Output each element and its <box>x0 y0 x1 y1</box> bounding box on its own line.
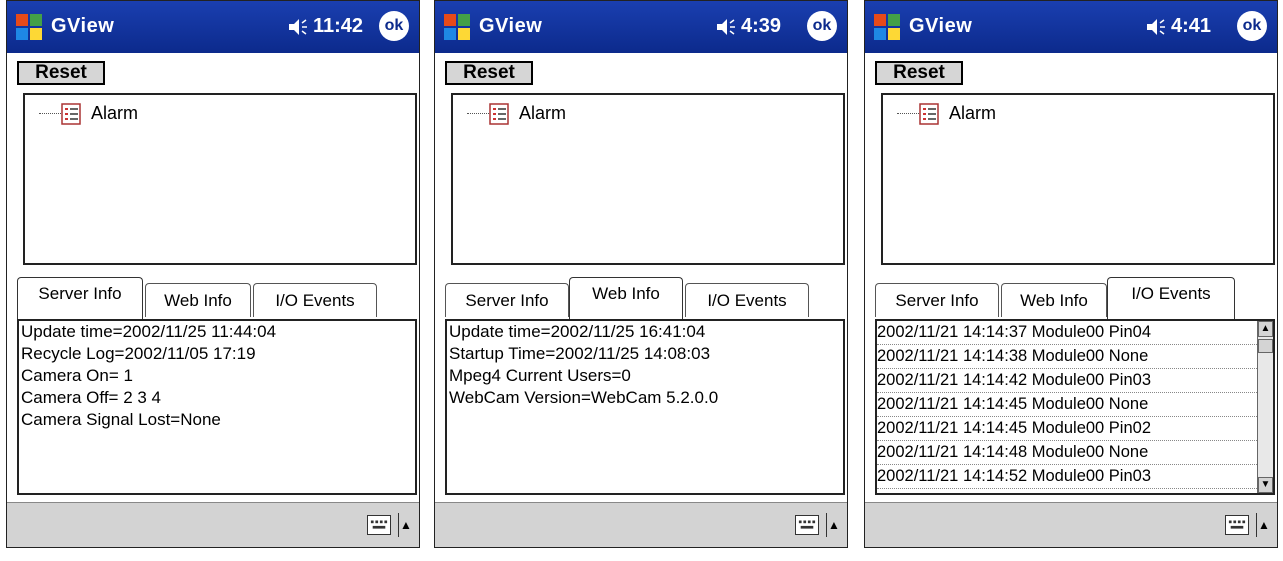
tab-web-info[interactable]: Web Info <box>145 283 251 317</box>
alarm-tree: Alarm <box>451 93 845 265</box>
alarm-tree: Alarm <box>881 93 1275 265</box>
speaker-icon[interactable] <box>1145 17 1167 37</box>
scroll-down-icon[interactable]: ▼ <box>1258 477 1273 493</box>
info-line: Camera Off= 2 3 4 <box>21 388 162 407</box>
up-arrow-icon[interactable]: ▲ <box>1256 513 1271 537</box>
reset-button[interactable]: Reset <box>17 61 105 85</box>
keyboard-icon[interactable] <box>795 515 819 535</box>
screen-io-events: GView 4:41 ok Reset Alarm Server Info We… <box>864 0 1278 561</box>
windows-start-icon[interactable] <box>13 11 45 43</box>
tab-web-info[interactable]: Web Info <box>569 277 683 319</box>
info-line: Update time=2002/11/25 11:44:04 <box>21 322 277 341</box>
info-line: Camera On= 1 <box>21 366 133 385</box>
info-line: Recycle Log=2002/11/05 17:19 <box>21 344 256 363</box>
alarm-list-icon <box>919 103 939 125</box>
list-item[interactable]: 2002/11/21 14:14:45 Module00 Pin02 <box>877 417 1273 441</box>
tree-item-alarm[interactable]: Alarm <box>949 103 996 124</box>
tab-strip: Server Info Web Info I/O Events <box>445 277 845 319</box>
server-info-panel: Update time=2002/11/25 11:44:04 Recycle … <box>17 319 417 495</box>
tab-server-info[interactable]: Server Info <box>17 277 143 319</box>
scroll-up-icon[interactable]: ▲ <box>1258 321 1273 337</box>
info-line: Update time=2002/11/25 16:41:04 <box>449 322 706 341</box>
app-title: GView <box>909 15 973 37</box>
device-window: GView 11:42 ok Reset Alarm Server Info W… <box>6 0 420 548</box>
scroll-thumb[interactable] <box>1258 339 1273 353</box>
tree-connector <box>897 113 919 114</box>
speaker-icon[interactable] <box>715 17 737 37</box>
title-bar: GView 11:42 ok <box>7 1 419 53</box>
menu-bar: ▲ <box>865 502 1277 547</box>
list-item[interactable]: 2002/11/21 14:14:52 Module00 Pin03 <box>877 465 1273 489</box>
speaker-icon[interactable] <box>287 17 309 37</box>
list-item[interactable]: 2002/11/21 14:14:42 Module00 Pin03 <box>877 369 1273 393</box>
keyboard-icon[interactable] <box>367 515 391 535</box>
scrollbar[interactable]: ▲ ▼ <box>1257 321 1273 493</box>
tab-web-info[interactable]: Web Info <box>1001 283 1107 317</box>
clock[interactable]: 4:39 <box>741 15 781 38</box>
tree-connector <box>467 113 489 114</box>
menu-bar: ▲ <box>7 502 419 547</box>
tab-strip: Server Info Web Info I/O Events <box>17 277 417 319</box>
list-item[interactable]: 2002/11/21 14:14:45 Module00 None <box>877 393 1273 417</box>
reset-button[interactable]: Reset <box>445 61 533 85</box>
web-info-panel: Update time=2002/11/25 16:41:04 Startup … <box>445 319 845 495</box>
alarm-list-icon <box>61 103 81 125</box>
ok-button[interactable]: ok <box>1237 11 1267 41</box>
alarm-list-icon <box>489 103 509 125</box>
tab-strip: Server Info Web Info I/O Events <box>875 277 1275 319</box>
list-item[interactable]: 2002/11/21 14:14:37 Module00 Pin04 <box>877 321 1273 345</box>
menu-bar: ▲ <box>435 502 847 547</box>
device-window: GView 4:41 ok Reset Alarm Server Info We… <box>864 0 1278 548</box>
ok-button[interactable]: ok <box>807 11 837 41</box>
up-arrow-icon[interactable]: ▲ <box>398 513 413 537</box>
tree-item-alarm[interactable]: Alarm <box>91 103 138 124</box>
info-line: WebCam Version=WebCam 5.2.0.0 <box>449 388 719 407</box>
tree-item-alarm[interactable]: Alarm <box>519 103 566 124</box>
title-bar: GView 4:41 ok <box>865 1 1277 53</box>
tree-connector <box>39 113 61 114</box>
tab-io-events[interactable]: I/O Events <box>685 283 809 317</box>
app-title: GView <box>479 15 543 37</box>
io-events-list[interactable]: 2002/11/21 14:14:37 Module00 Pin04 2002/… <box>875 319 1275 495</box>
windows-start-icon[interactable] <box>441 11 473 43</box>
list-item[interactable]: 2002/11/21 14:14:48 Module00 None <box>877 441 1273 465</box>
info-line: Startup Time=2002/11/25 14:08:03 <box>449 344 711 363</box>
device-window: GView 4:39 ok Reset Alarm Server Info We… <box>434 0 848 548</box>
screen-server-info: GView 11:42 ok Reset Alarm Server Info W… <box>6 0 420 561</box>
tab-server-info[interactable]: Server Info <box>875 283 999 317</box>
tab-server-info[interactable]: Server Info <box>445 283 569 317</box>
ok-button[interactable]: ok <box>379 11 409 41</box>
screen-web-info: GView 4:39 ok Reset Alarm Server Info We… <box>434 0 848 561</box>
tab-io-events[interactable]: I/O Events <box>1107 277 1235 319</box>
tab-io-events[interactable]: I/O Events <box>253 283 377 317</box>
app-title: GView <box>51 15 115 37</box>
keyboard-icon[interactable] <box>1225 515 1249 535</box>
info-line: Camera Signal Lost=None <box>21 410 221 429</box>
info-line: Mpeg4 Current Users=0 <box>449 366 631 385</box>
reset-button[interactable]: Reset <box>875 61 963 85</box>
clock[interactable]: 4:41 <box>1171 15 1211 38</box>
clock[interactable]: 11:42 <box>313 15 363 38</box>
up-arrow-icon[interactable]: ▲ <box>826 513 841 537</box>
list-item[interactable]: 2002/11/21 14:14:38 Module00 None <box>877 345 1273 369</box>
title-bar: GView 4:39 ok <box>435 1 847 53</box>
alarm-tree: Alarm <box>23 93 417 265</box>
windows-start-icon[interactable] <box>871 11 903 43</box>
